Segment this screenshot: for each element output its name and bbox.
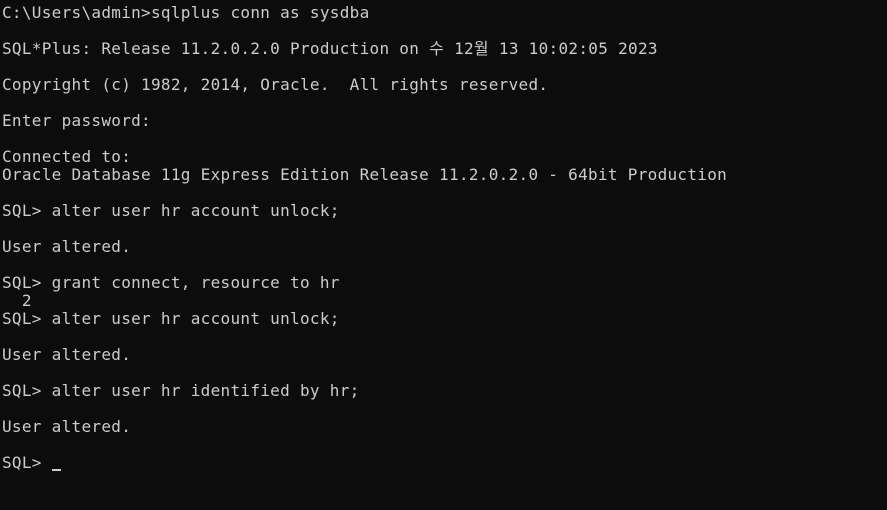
console-prompt-line[interactable]: SQL> <box>2 454 887 472</box>
console-line: SQL> alter user hr account unlock; <box>2 309 340 328</box>
text-cursor <box>51 469 61 471</box>
console-line: SQL*Plus: Release 11.2.0.2.0 Production … <box>2 39 658 58</box>
console-window[interactable]: C:\Users\admin>sqlplus conn as sysdba SQ… <box>0 0 887 510</box>
console-line: SQL> alter user hr account unlock; <box>2 201 340 220</box>
console-line: User altered. <box>2 237 132 256</box>
console-line: SQL> alter user hr identified by hr; <box>2 381 360 400</box>
console-line: Copyright (c) 1982, 2014, Oracle. All ri… <box>2 75 549 94</box>
console-line: C:\Users\admin>sqlplus conn as sysdba <box>2 3 370 22</box>
console-line: 2 <box>2 291 32 310</box>
console-line: SQL> grant connect, resource to hr <box>2 273 340 292</box>
console-line: Connected to: <box>2 147 132 166</box>
sql-prompt: SQL> <box>2 453 52 472</box>
console-line: Enter password: <box>2 111 151 130</box>
console-line: User altered. <box>2 417 132 436</box>
console-line: User altered. <box>2 345 132 364</box>
console-line: Oracle Database 11g Express Edition Rele… <box>2 165 728 184</box>
